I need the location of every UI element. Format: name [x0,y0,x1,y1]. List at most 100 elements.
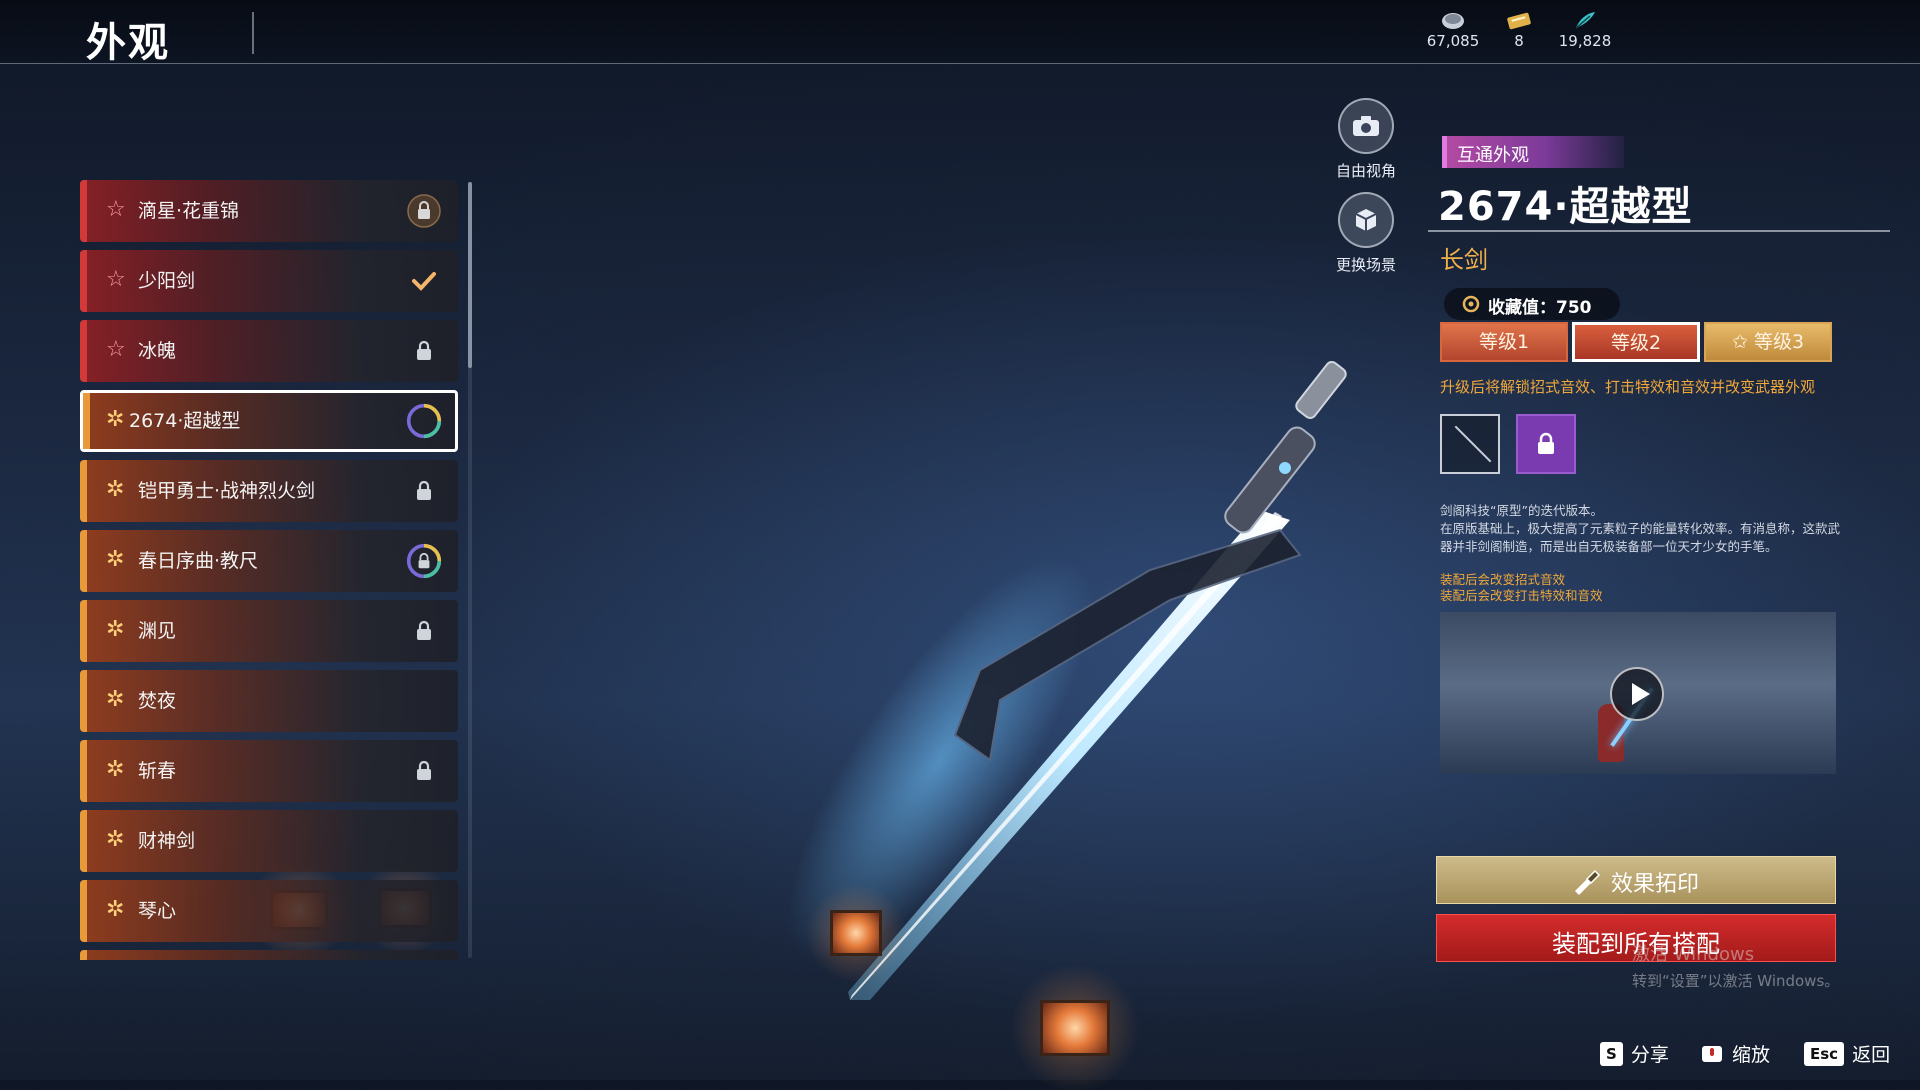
share-hint[interactable]: S 分享 [1600,1040,1669,1067]
skin-name: 琴心 [138,900,177,922]
skin-description: 剑阁科技“原型”的迭代版本。 在原版基础上，极大提高了元素粒子的能量转化效率。有… [1440,502,1842,556]
star-icon: ☆ [106,267,126,292]
free-view-label: 自由视角 [1335,162,1396,180]
rarity-stripe [80,810,87,872]
star-icon: ☆ [106,197,126,222]
star-icon: ✲ [106,617,125,642]
star-icon: ☆ [106,337,126,362]
skin-name: 冰魄 [138,340,177,362]
skin-list-item[interactable]: ☆ 滴星·花重锦 [80,180,458,242]
skin-list-item-selected[interactable]: ✲ 2674·超越型 [80,390,458,452]
skin-list-item[interactable]: ✲ 琴心 [80,880,458,942]
coin-icon [1440,10,1466,30]
empty-slash-icon [1454,425,1492,463]
skin-list-item[interactable]: ✲ 渊见 [80,600,458,662]
effect-line: 装配后会改变招式音效 [1440,572,1566,587]
camera-icon [1338,98,1394,154]
page-title: 外观 [86,20,170,66]
zoom-label: 缩放 [1732,1044,1771,1066]
skin-list-item[interactable] [80,950,458,960]
star-icon: ✲ [106,477,125,502]
skin-list-item[interactable]: ✲ 铠甲勇士·战神烈火剑 [80,460,458,522]
skin-list-item[interactable]: ☆ 少阳剑 [80,250,458,312]
skin-name: 焚夜 [138,690,177,712]
lantern [998,966,1152,1090]
checkmark-icon [406,263,442,299]
lock-icon [406,613,442,649]
description-line: 在原版基础上，极大提高了元素粒子的能量转化效率。有消息称，这款武器并非剑阁制造，… [1440,521,1841,554]
share-key: S [1600,1041,1623,1066]
tier-tab-1[interactable]: 等级1 [1440,322,1568,362]
lock-icon [1538,432,1554,454]
rarity-stripe [80,950,87,960]
change-scene-button[interactable]: 更换场景 [1316,192,1416,275]
brush-icon [1571,867,1601,895]
skin-name: 滴星·花重锦 [138,200,240,222]
rarity-stripe [80,320,87,382]
collection-value: 收藏值：750 [1488,298,1592,318]
back-label: 返回 [1852,1044,1891,1066]
rarity-stripe [80,180,87,242]
appearance-slot-locked[interactable] [1516,414,1576,474]
skin-list-item[interactable]: ✲ 斩春 [80,740,458,802]
top-divider [0,63,1920,64]
effect-line: 装配后会改变打击特效和音效 [1440,588,1603,603]
skin-list-item[interactable]: ✲ 财神剑 [80,810,458,872]
rarity-stripe [80,670,87,732]
effect-imprint-label: 效果拓印 [1611,872,1700,897]
rarity-stripe [80,880,87,942]
rarity-stripe [80,600,87,662]
feather-icon [1572,10,1598,30]
weapon-type: 长剑 [1440,246,1488,274]
star-icon: ✲ [106,827,125,852]
skin-list-item[interactable]: ✲ 焚夜 [80,670,458,732]
skin-name: 铠甲勇士·战神烈火剑 [138,480,316,502]
lantern [798,882,914,984]
rarity-stripe [80,250,87,312]
effect-imprint-button[interactable]: 效果拓印 [1436,856,1836,904]
weapon-preview[interactable] [700,340,1420,1090]
skin-list-item[interactable]: ☆ 冰魄 [80,320,458,382]
skin-name: 斩春 [138,760,177,782]
tier-tab-2[interactable]: 等级2 [1572,322,1700,362]
free-view-button[interactable]: 自由视角 [1316,98,1416,181]
mouse-scroll-icon [1700,1044,1724,1064]
skin-name: 渊见 [138,620,177,642]
rarity-stripe [80,740,87,802]
lock-badge-icon [406,193,442,229]
skin-list-item[interactable]: ✲ 春日序曲·教尺 [80,530,458,592]
back-key: Esc [1804,1041,1845,1066]
appearance-slot-empty[interactable] [1440,414,1500,474]
skin-name: 少阳剑 [138,270,196,292]
top-bar [0,0,1920,64]
list-scrollbar[interactable] [468,182,472,368]
tier-tab-3-label: 等级3 [1753,331,1805,353]
description-line: 剑阁科技“原型”的迭代版本。 [1440,503,1603,518]
star-icon: ✲ [106,897,125,922]
star-icon: ✲ [106,687,125,712]
share-label: 分享 [1630,1044,1669,1066]
preview-video[interactable] [1440,612,1836,774]
star-icon: ✲ [106,757,125,782]
upgrade-note: 升级后将解锁招式音效、打击特效和音效并改变武器外观 [1440,378,1816,396]
ticket-icon [1506,10,1532,30]
currency-value: 19,828 [1558,32,1612,50]
currency-feather: 19,828 [1540,10,1630,50]
tag-label: 互通外观 [1457,145,1529,166]
star-icon: ✲ [106,547,125,572]
skin-name: 财神剑 [138,830,196,852]
back-hint[interactable]: Esc 返回 [1804,1040,1890,1067]
zoom-hint[interactable]: 缩放 [1700,1040,1770,1067]
windows-watermark: 激活 Windows [1632,944,1755,965]
collection-icon [1462,294,1480,314]
crossplay-skin-tag: 互通外观 [1442,136,1624,168]
skin-title: 2674·超越型 [1438,184,1693,230]
star-icon: ✲ [106,407,125,432]
tier-tab-3[interactable]: ✩ 等级3 [1704,322,1832,362]
scene-cube-icon [1338,192,1394,248]
equip-effects: 装配后会改变招式音效 装配后会改变打击特效和音效 [1440,572,1603,604]
rarity-stripe [80,460,87,522]
locked-ring-icon [406,543,442,579]
play-icon[interactable] [1610,667,1664,721]
star-icon: ✩ [1731,331,1754,353]
